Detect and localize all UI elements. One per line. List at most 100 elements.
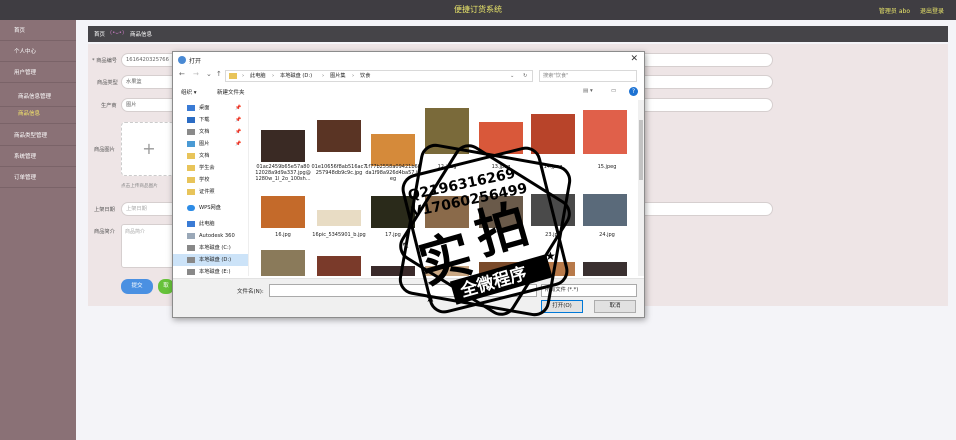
dialog-titlebar: 打开 ✕ (173, 52, 644, 68)
dialog-navbar: ← → ⌄ ↑ › 此电脑 › 本地磁盘 (D:) › 图片集 › 饮食 ⌄ ↻… (173, 69, 644, 83)
file-thumbnail[interactable] (583, 262, 627, 276)
preview-pane-icon[interactable]: ▭ (611, 88, 616, 94)
file-thumbnail[interactable] (261, 250, 305, 276)
tree-item[interactable]: 学校 (173, 174, 248, 186)
breadcrumb-home[interactable]: 首页 (94, 30, 105, 38)
plus-icon: + (142, 139, 156, 158)
sidebar-item-orders[interactable]: 订单管理 (0, 168, 76, 188)
search-input[interactable]: 搜索"饮食" (539, 70, 637, 82)
address-bar[interactable]: › 此电脑 › 本地磁盘 (D:) › 图片集 › 饮食 ⌄ ↻ (225, 70, 533, 82)
computer-icon (187, 221, 195, 227)
tree-item[interactable]: 学生会 (173, 162, 248, 174)
tree-item[interactable]: WPS网盘 (173, 202, 248, 214)
open-button[interactable]: 打开(O) (541, 300, 583, 313)
file-thumbnail[interactable] (317, 210, 361, 226)
logout-link[interactable]: 退出登录 (920, 6, 944, 15)
tree-item[interactable]: 此电脑 (173, 218, 248, 230)
file-name[interactable]: 16pic_5345901_b.jpg (311, 232, 367, 238)
sidebar-item-profile[interactable]: 个人中心 (0, 42, 76, 62)
filetype-select[interactable]: 所有文件 (*.*) (541, 284, 637, 297)
file-thumbnail[interactable] (531, 114, 575, 154)
file-name[interactable]: 15.jpeg (579, 164, 635, 170)
file-thumbnail[interactable] (371, 134, 415, 166)
recent-dropdown-icon[interactable]: ⌄ (206, 70, 212, 78)
mouse-cursor-icon: ↖ (402, 241, 410, 251)
breadcrumb-current: 商品信息 (130, 32, 153, 38)
tree-item-selected[interactable]: 本地磁盘 (D:) (173, 254, 248, 266)
tree-item[interactable]: 证件照 (173, 186, 248, 198)
file-thumbnail[interactable] (479, 262, 523, 276)
file-name[interactable]: 24.jpg (579, 232, 635, 238)
code-label: * 商品编号 (92, 58, 117, 64)
file-thumbnail[interactable] (531, 262, 575, 276)
help-icon[interactable]: ? (629, 87, 638, 96)
file-name[interactable]: 12.jpeg (419, 164, 475, 170)
sidebar-item-goods-type[interactable]: 商品类型管理 (0, 126, 76, 146)
sidebar-item-home[interactable]: 首页 (0, 21, 76, 41)
tree-item[interactable]: 文档 (173, 150, 248, 162)
file-thumbnail[interactable] (317, 120, 361, 152)
file-thumbnail[interactable] (425, 108, 469, 154)
file-name[interactable]: 01ac2459b65e57a8012028a9d9a337.jpg@1280w… (255, 164, 311, 182)
file-open-dialog: 打开 ✕ ← → ⌄ ↑ › 此电脑 › 本地磁盘 (D:) › 图片集 › 饮… (172, 51, 645, 318)
file-name[interactable]: 14.jpeg (525, 164, 581, 170)
admin-label: 管理员 abo (878, 8, 910, 15)
view-icon[interactable]: ▤ ▾ (583, 88, 593, 94)
filename-input[interactable] (269, 284, 537, 297)
sidebar: 首页 个人中心 用户管理 商品信息管理 商品信息 商品类型管理 系统管理 订单管… (0, 20, 76, 440)
file-name[interactable]: 01e10656f8ab516ac7257948db9c9c.jpg (311, 164, 367, 176)
image-upload[interactable]: + (121, 122, 175, 176)
tree-item[interactable]: 本地磁盘 (E:) (173, 266, 248, 276)
upload-hint: 点击上传商品图片 (121, 184, 158, 189)
sidebar-item-users[interactable]: 用户管理 (0, 63, 76, 83)
file-thumbnail[interactable] (479, 122, 523, 154)
up-arrow-icon[interactable]: ↑ (216, 70, 222, 78)
file-thumbnail[interactable] (261, 196, 305, 228)
file-name[interactable]: 16.jpg (255, 232, 311, 238)
organize-button[interactable]: 组织 ▾ (181, 88, 197, 96)
intro-label: 商品简介 (94, 229, 115, 235)
dialog-cancel-button[interactable]: 取消 (594, 300, 636, 313)
path-segment[interactable]: 此电脑 (250, 71, 266, 81)
tree-item[interactable]: 文档 📌 (173, 126, 248, 138)
file-thumbnail[interactable] (371, 196, 415, 228)
breadcrumb-separator: (•ᴗ•) (110, 30, 125, 36)
document-icon (187, 129, 195, 135)
file-thumbnail[interactable] (531, 194, 575, 226)
file-thumbnail[interactable] (261, 130, 305, 162)
file-thumbnail[interactable] (479, 196, 523, 228)
new-folder-button[interactable]: 新建文件夹 (217, 88, 245, 96)
tree-item[interactable]: 桌面 📌 (173, 102, 248, 114)
folder-icon (229, 73, 237, 79)
file-list-scrollbar[interactable] (638, 100, 644, 276)
tree-item[interactable]: 下载 📌 (173, 114, 248, 126)
file-list: 01ac2459b65e57a8012028a9d9a337.jpg@1280w… (253, 100, 636, 276)
path-segment[interactable]: 本地磁盘 (D:) (280, 71, 312, 81)
download-icon (187, 117, 195, 123)
file-name[interactable]: 13.jpeg (473, 164, 529, 170)
file-thumbnail[interactable] (583, 110, 627, 154)
tree-item[interactable]: Autodesk 360 (173, 230, 248, 242)
file-thumbnail[interactable] (317, 256, 361, 276)
sidebar-item-system[interactable]: 系统管理 (0, 147, 76, 167)
path-segment[interactable]: 图片集 (330, 71, 346, 81)
file-name[interactable]: 1f77b2558a09421b6bda1f98a926d4ba57.jpeg (365, 164, 421, 182)
date-label: 上架日期 (94, 207, 115, 213)
sidebar-item-goods-info[interactable]: 商品信息 (0, 104, 76, 124)
file-name[interactable]: 17.jpg (365, 232, 421, 238)
submit-button[interactable]: 提交 (121, 279, 153, 294)
close-icon[interactable]: ✕ (630, 54, 638, 64)
path-segment[interactable]: 饮食 (360, 71, 370, 81)
scrollbar-thumb[interactable] (639, 120, 643, 180)
file-thumbnail[interactable] (583, 194, 627, 226)
dialog-title: 打开 (189, 58, 202, 65)
back-arrow-icon[interactable]: ← (179, 70, 185, 78)
tree-item[interactable]: 本地磁盘 (C:) (173, 242, 248, 254)
tree-item[interactable]: 图片 📌 (173, 138, 248, 150)
forward-arrow-icon[interactable]: → (193, 70, 199, 78)
filename-label: 文件名(N): (237, 289, 264, 295)
file-name[interactable]: 23.jpg (525, 232, 581, 238)
file-thumbnail[interactable] (425, 196, 469, 228)
file-thumbnail[interactable] (425, 266, 469, 276)
file-thumbnail[interactable] (371, 266, 415, 276)
